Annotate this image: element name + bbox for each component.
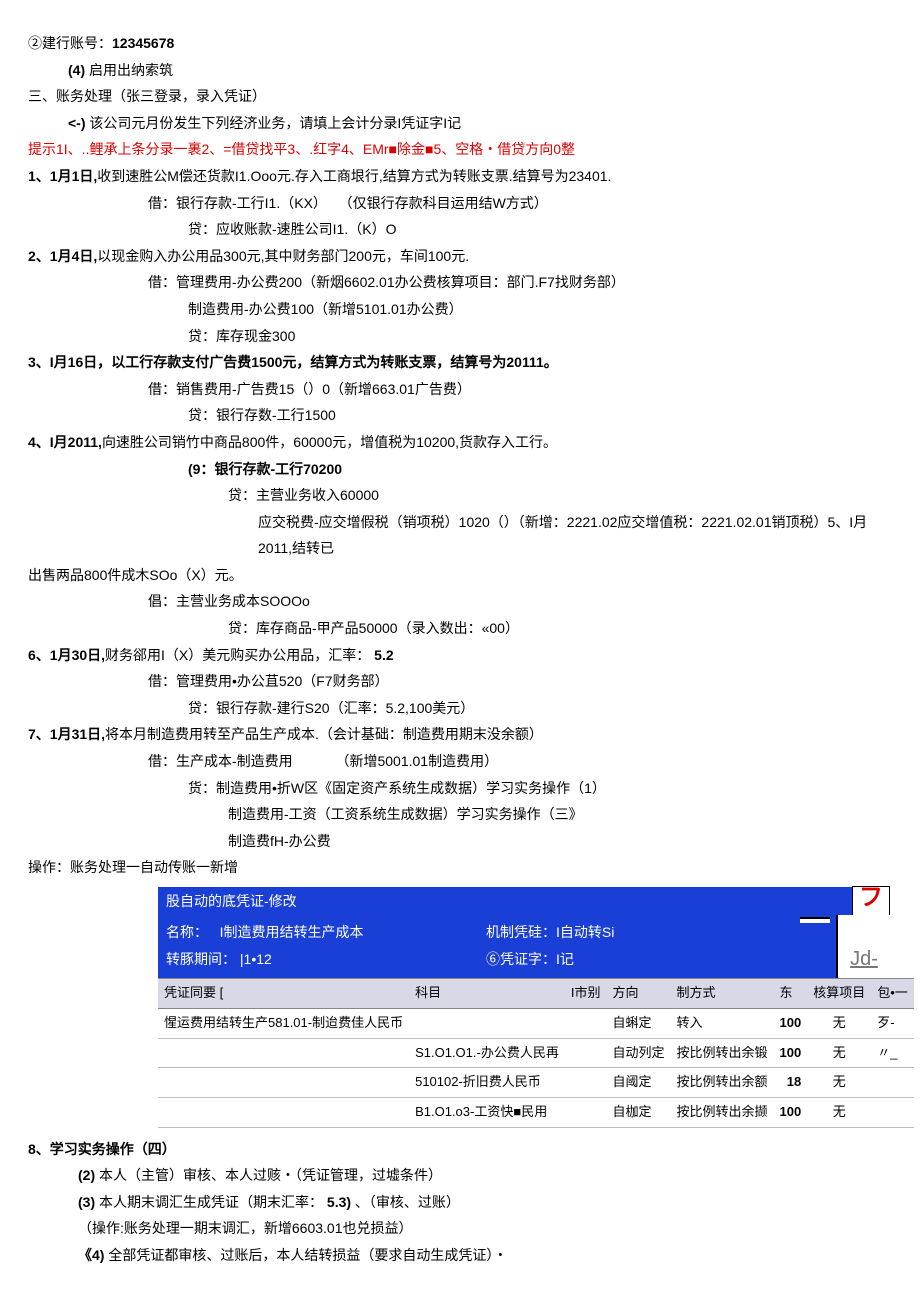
mech-label: 机制凭硅：I自动转Si — [486, 924, 614, 940]
entry-8-l4: 《4) 全部凭证都审核、过账后，本人结转损益（要求自动生成凭证）・ — [28, 1242, 890, 1269]
grid-header-row: 凭证同要 [ 科目 I市别 方向 制方式 东 核算项目 包•一 — [158, 979, 914, 1009]
entry-8-head: 8、学习实务操作（四） — [28, 1136, 890, 1163]
entry-7-cr1: 货：制造费用•折W区《固定资产系统生成数据）学习实务操作（1） — [28, 775, 890, 802]
entry-4-head: 4、I月2011,向速胜公司销竹中商品800件，60000元，增值税为10200… — [28, 429, 890, 456]
section-3-title: 三、账务处理（张三登录，录入凭证） — [28, 83, 890, 110]
col-pkg: 包•一 — [871, 979, 914, 1009]
voucher-grid: 凭证同要 [ 科目 I市别 方向 制方式 东 核算项目 包•一 惺运费用结转生产… — [158, 978, 914, 1127]
col-accounting: 核算项目 — [807, 979, 871, 1009]
entry-1-head: 1、1月1日,收到速胜公M偿还货款I1.Ooo元.存入工商垠行,结算方式为转账支… — [28, 163, 890, 190]
entry-7-head: 7、1月31日,将本月制造费用转至产品生产成本.（会计基础：制造费用期末没余额） — [28, 721, 890, 748]
dialog-titlebar: 股自动的底凭证-修改 フ — [158, 887, 890, 915]
entry-2-dr2: 制造费用-办公费100（新增5101.01办公费） — [28, 296, 890, 323]
line-4-open-cashier: (4) 启用出纳索筑 — [28, 57, 890, 84]
dialog-title: 股自动的底凭证-修改 — [158, 888, 297, 915]
entry-7-dr: 借：生产成本-制造费用 （新增5001.01制造费用） — [28, 748, 890, 775]
col-east: 东 — [774, 979, 808, 1009]
col-direction: 方向 — [606, 979, 670, 1009]
table-row: S1.O1.O1.-办公费人民再 自动列定按比例转出余锻 100无〃_ — [158, 1038, 914, 1068]
line-bank-acct: ②建行账号：12345678 — [28, 30, 890, 57]
jd-slot: Jd- — [836, 915, 890, 978]
entry-5-cr: 贷：库存商品-甲产品50000（录入数出：«00） — [28, 615, 890, 642]
table-row: 510102-折旧费人民币 自阈定按比例转出余额 18无 — [158, 1068, 914, 1098]
close-glyph[interactable]: フ — [852, 886, 890, 916]
entry-4-dr: (9：银行存款-工行70200 — [28, 456, 890, 483]
col-currency: I市别 — [565, 979, 607, 1009]
dialog-auto-voucher: 股自动的底凭证-修改 フ 名称： I制造费用结转生产成本 转豚期间： |1•12… — [158, 887, 890, 978]
entry-2-head: 2、1月4日,以现金购入办公用品300元,其中财务部门200元，车间100元. — [28, 243, 890, 270]
col-summary: 凭证同要 [ — [158, 979, 409, 1009]
entry-1-dr: 借：银行存款-工行I1.（KX） （仅银行存款科目运用结W方式） — [28, 190, 890, 217]
entry-3-dr: 借：销售费用-广告费15（）0（新增663.01广告费） — [28, 376, 890, 403]
period-label: 转豚期间： — [166, 951, 236, 967]
table-row: 惺运费用结转生产581.01-制迨费佳人民币 自蝌定转入 100无歹- — [158, 1008, 914, 1038]
name-value: I制造费用结转生产成本 — [220, 924, 364, 940]
entry-6-dr: 借：管理费用•办公苴520（F7财务部） — [28, 668, 890, 695]
entry-5-tail: 出售两品800件成木SOo（X）元。 — [28, 562, 890, 589]
entry-6-cr: 贷：银行存款-建行S20（汇率：5.2,100美元） — [28, 695, 890, 722]
entry-7-cr2: 制造费用-工资（工资系统生成数据）学习实务操作（三》 — [28, 801, 890, 828]
entry-8-l2: (3) 本人期末调汇生成凭证（期末汇率： 5.3) 、（审核、过账） — [28, 1189, 890, 1216]
entry-4-cr2: 应交税费-应交增假税（销项税）1020（）（新增：2221.02应交增值税：22… — [28, 509, 890, 562]
entry-8-l3: （操作:账务处理一期末调汇，新增6603.01也兑损益） — [28, 1215, 890, 1242]
entry-7-cr3: 制造费fH-办公费 — [28, 828, 890, 855]
entry-3-head: 3、I月16日，以工行存款支付广告费1500元，结算方式为转账支票，结算号为20… — [28, 349, 890, 376]
operation-line: 操作：账务处理一自动传账一新增 — [28, 854, 890, 881]
entry-6-head: 6、1月30日,财务郤用I（X）美元购买办公用品，汇率： 5.2 — [28, 642, 890, 669]
entry-4-cr1: 贷：主营业务收入60000 — [28, 482, 890, 509]
entry-2-dr1: 借：管理费用-办公费200（新烟6602.01办公费核算项目：部门.F7找财务部… — [28, 269, 890, 296]
dialog-body: 名称： I制造费用结转生产成本 转豚期间： |1•12 机制凭硅：I自动转Si … — [158, 915, 890, 978]
entry-8-l1: (2) 本人（主管）审核、本人过赅・（凭证管理，过墟条件） — [28, 1162, 890, 1189]
hint-line: 提示1I、..鲤承上条分录一裹2、=借贷找平3、.红字4、EMr■除金■5、空格… — [28, 136, 890, 163]
col-subject: 科目 — [409, 979, 565, 1009]
entry-1-cr: 贷：应收账款-速胜公司I1.（K）O — [28, 216, 890, 243]
entry-3-cr: 贷：银行存数-工行1500 — [28, 402, 890, 429]
name-label: 名称： — [166, 924, 208, 940]
entry-2-cr: 贷：库存现金300 — [28, 323, 890, 350]
entry-5-dr: 倡：主营业务成本SOOOo — [28, 588, 890, 615]
period-value: |1•12 — [240, 951, 272, 967]
note-line: <-) 该公司元月份发生下列经济业务，请填上会计分录I凭证字I记 — [28, 110, 890, 137]
table-row: B1.O1.o3-工资快■民用 自枷定按比例转出余撷 100无 — [158, 1097, 914, 1127]
col-mode: 制方式 — [670, 979, 773, 1009]
vz-label: ⑥凭证字：I记 — [486, 951, 574, 967]
